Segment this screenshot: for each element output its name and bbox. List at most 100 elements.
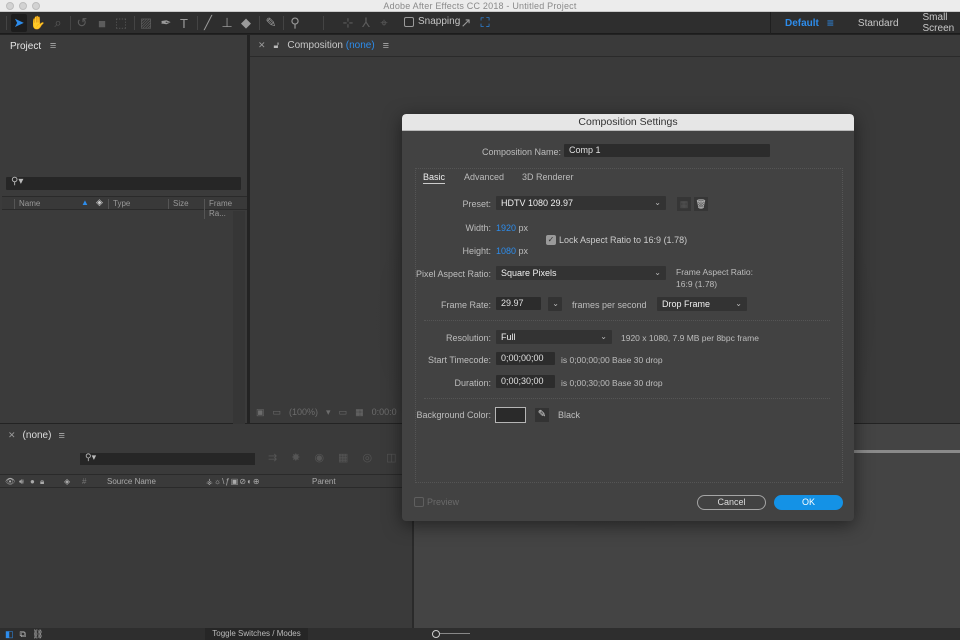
monitor-icon[interactable]: ▭ bbox=[273, 407, 282, 418]
pen-tool-button[interactable]: ✒ bbox=[158, 14, 174, 32]
selection-tool-button[interactable]: ➤ bbox=[11, 14, 27, 32]
label-tag-icon[interactable]: ◈ bbox=[96, 197, 103, 208]
workspace-default[interactable]: Default bbox=[785, 18, 819, 29]
toolbar-grip[interactable] bbox=[6, 16, 7, 30]
workspace-menu-icon[interactable]: ≡ bbox=[827, 16, 834, 30]
workspace-standard[interactable]: Standard bbox=[858, 18, 899, 29]
cancel-button[interactable]: Cancel bbox=[697, 495, 766, 510]
snap-extent-button[interactable]: ⛶ bbox=[478, 14, 492, 32]
composition-mini-flowchart-icon[interactable]: ⇉ bbox=[268, 451, 277, 464]
column-parent[interactable]: Parent bbox=[312, 477, 336, 487]
duration-info: is 0;00;30;00 Base 30 drop bbox=[561, 378, 663, 388]
audio-icon[interactable]: 🔊︎ bbox=[19, 477, 24, 487]
height-field[interactable]: 1080 px bbox=[496, 246, 528, 256]
start-timecode-input[interactable]: 0;00;00;00 bbox=[496, 352, 555, 365]
column-size[interactable]: Size bbox=[168, 199, 204, 209]
view-axis-mode-button[interactable]: ⌖ bbox=[376, 14, 392, 32]
project-search-input[interactable]: ⚲▾ bbox=[6, 176, 241, 190]
timeline-footer: ◧ ⧉ ⛓ Toggle Switches / Modes bbox=[0, 628, 960, 640]
tab-basic[interactable]: Basic bbox=[423, 172, 446, 184]
project-panel-title[interactable]: Project bbox=[10, 41, 41, 52]
close-tab-icon[interactable]: ✕ bbox=[8, 430, 16, 442]
draft-3d-icon[interactable]: ✸ bbox=[291, 451, 300, 464]
lock-icon[interactable]: 🔓︎ bbox=[274, 40, 280, 51]
world-axis-mode-button[interactable]: ⅄ bbox=[358, 14, 374, 32]
search-icon: ⚲▾ bbox=[11, 176, 24, 187]
pixel-aspect-ratio-dropdown[interactable]: Square Pixels ⌄ bbox=[496, 266, 666, 280]
preview-checkbox[interactable]: Preview bbox=[414, 497, 459, 507]
column-type[interactable]: Type bbox=[108, 199, 168, 209]
shy-layers-icon[interactable]: ◉ bbox=[314, 451, 324, 464]
snapping-checkbox[interactable] bbox=[404, 16, 414, 27]
preset-dropdown[interactable]: HDTV 1080 29.97 ⌄ bbox=[496, 196, 666, 210]
project-scrollbar[interactable] bbox=[233, 211, 245, 443]
height-value[interactable]: 1080 bbox=[496, 246, 516, 256]
video-visibility-icon[interactable]: 👁︎ bbox=[5, 477, 15, 487]
workspace-small-screen[interactable]: Small Screen bbox=[923, 12, 955, 34]
grid-guides-icon[interactable]: ▭ bbox=[339, 407, 348, 418]
snapping-toggle[interactable]: Snapping bbox=[404, 16, 460, 27]
close-tab-icon[interactable]: ✕ bbox=[258, 40, 266, 51]
panel-menu-icon[interactable]: ≡ bbox=[383, 40, 389, 52]
save-preset-button[interactable]: ▦ bbox=[677, 197, 691, 211]
local-axis-mode-button[interactable]: ⊹ bbox=[340, 14, 356, 32]
preview-checkbox-box[interactable] bbox=[414, 497, 424, 507]
solo-icon[interactable]: ● bbox=[30, 477, 35, 487]
type-tool-button[interactable]: T bbox=[176, 14, 192, 32]
panel-menu-icon[interactable]: ≡ bbox=[50, 40, 56, 52]
column-name[interactable]: Name bbox=[14, 199, 84, 209]
delete-preset-button[interactable]: 🗑︎ bbox=[694, 197, 708, 211]
checkmark-icon[interactable]: ✓ bbox=[546, 235, 556, 245]
comp-name-input[interactable]: Comp 1 bbox=[564, 144, 770, 157]
slider-knob[interactable] bbox=[432, 630, 440, 638]
toolbar-divider bbox=[134, 16, 135, 30]
sort-ascending-icon[interactable]: ▲ bbox=[81, 198, 89, 207]
always-preview-icon[interactable]: ▣ bbox=[256, 407, 265, 418]
label-tag-icon[interactable]: ◈ bbox=[64, 477, 70, 487]
brush-tool-button[interactable]: ╱ bbox=[200, 14, 216, 32]
pan-behind-tool-button[interactable]: ⬚ bbox=[113, 14, 129, 32]
tab-advanced[interactable]: Advanced bbox=[464, 172, 504, 182]
zoom-tool-button[interactable]: ⌕ bbox=[50, 14, 66, 32]
puppet-pin-tool-button[interactable]: ⚲ bbox=[287, 14, 303, 32]
timeline-tab[interactable]: ✕ (none) ≡ bbox=[8, 430, 65, 442]
roto-brush-tool-button[interactable]: ✎ bbox=[263, 14, 279, 32]
hand-tool-button[interactable]: ✋ bbox=[30, 14, 46, 32]
frame-rate-dropdown[interactable]: ⌄ bbox=[548, 297, 562, 311]
magnification-dropdown[interactable]: (100%) bbox=[289, 407, 318, 417]
timeline-zoom-slider[interactable] bbox=[432, 630, 470, 638]
width-field[interactable]: 1920 px bbox=[496, 223, 528, 233]
duration-input[interactable]: 0;00;30;00 bbox=[496, 375, 555, 388]
frame-blending-icon[interactable]: ▦ bbox=[338, 451, 348, 464]
drop-frame-dropdown[interactable]: Drop Frame ⌄ bbox=[657, 297, 747, 311]
composition-tab[interactable]: Composition (none) bbox=[287, 40, 374, 51]
rectangle-tool-button[interactable]: ▨ bbox=[138, 14, 154, 32]
frame-rate-input[interactable]: 29.97 bbox=[496, 297, 541, 310]
chevron-down-icon[interactable]: ▾ bbox=[326, 407, 331, 418]
timeline-search-input[interactable]: ⚲▾ bbox=[80, 452, 255, 465]
camera-tool-button[interactable]: ■ bbox=[93, 14, 111, 32]
tab-3d-renderer[interactable]: 3D Renderer bbox=[522, 172, 574, 182]
in-out-pane-icon[interactable]: ⛓ bbox=[32, 628, 43, 640]
column-source-name[interactable]: Source Name bbox=[107, 477, 156, 487]
background-color-swatch[interactable] bbox=[495, 407, 526, 423]
resolution-dropdown[interactable]: Full ⌄ bbox=[496, 330, 612, 344]
resolution-label: Resolution: bbox=[445, 333, 491, 343]
clone-stamp-tool-button[interactable]: ⊥ bbox=[219, 14, 235, 32]
rotation-tool-button[interactable]: ↺ bbox=[74, 14, 90, 32]
chevron-down-icon: ⌄ bbox=[552, 299, 559, 308]
eyedropper-button[interactable]: ✎ bbox=[535, 408, 549, 422]
ok-button[interactable]: OK bbox=[774, 495, 843, 510]
panel-menu-icon[interactable]: ≡ bbox=[58, 430, 64, 442]
snap-target-icon: ⛶ bbox=[480, 15, 490, 30]
eraser-tool-button[interactable]: ◆ bbox=[238, 14, 254, 32]
snap-options-button[interactable]: ↗ bbox=[459, 14, 473, 32]
toggle-switches-modes-button[interactable]: Toggle Switches / Modes bbox=[205, 628, 308, 640]
layer-switches-pane-icon[interactable]: ◧ bbox=[5, 628, 14, 640]
lock-aspect-ratio-checkbox[interactable]: ✓ Lock Aspect Ratio to 16:9 (1.78) bbox=[546, 235, 687, 245]
width-value[interactable]: 1920 bbox=[496, 223, 516, 233]
column-number[interactable]: # bbox=[82, 477, 86, 487]
transfer-controls-pane-icon[interactable]: ⧉ bbox=[20, 628, 26, 640]
layer-switches-icons[interactable]: ⚶☼\ƒ▣⊘◐⊕ bbox=[206, 477, 261, 487]
lock-icon[interactable]: 🔒︎ bbox=[40, 477, 44, 487]
